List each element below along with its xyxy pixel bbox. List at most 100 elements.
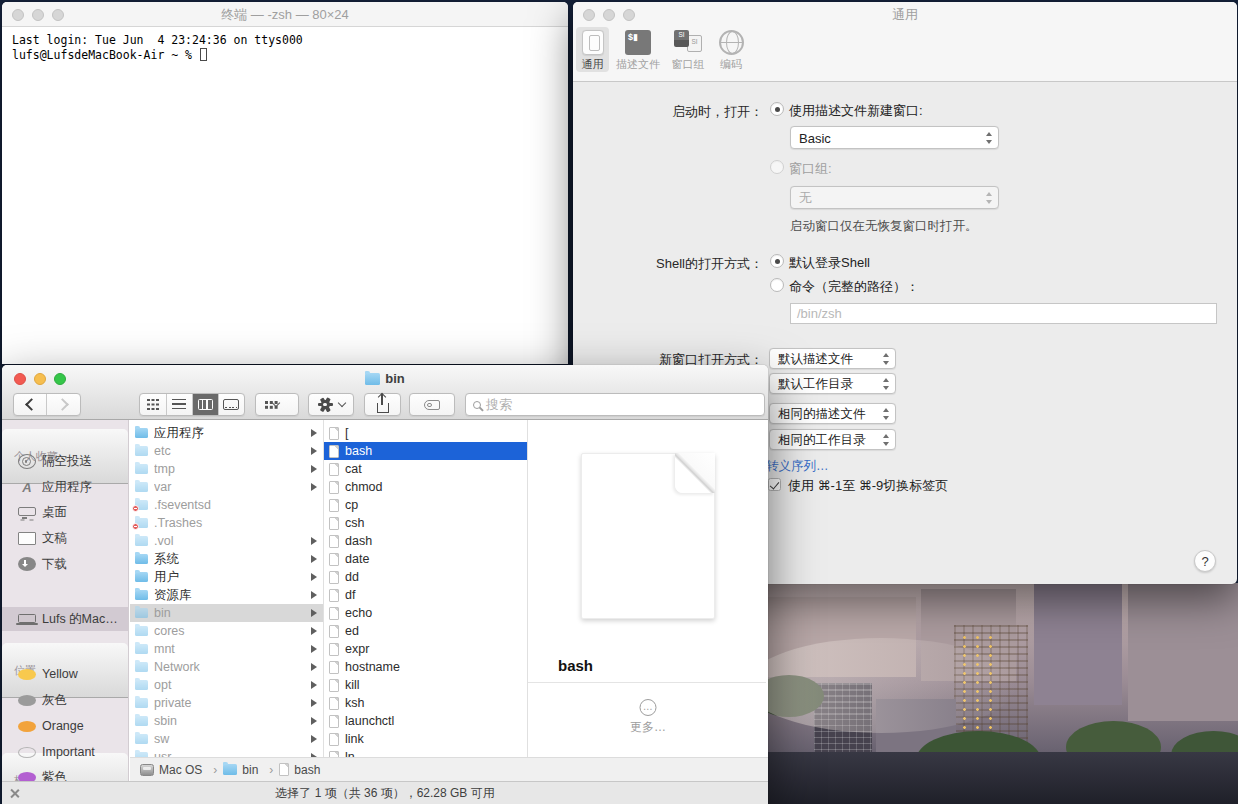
- file-row[interactable]: etc: [130, 442, 323, 460]
- view-columns-button[interactable]: [192, 394, 218, 415]
- sidebar-item[interactable]: 下载: [2, 552, 128, 576]
- file-row[interactable]: 系统: [130, 550, 323, 568]
- path-segment[interactable]: Mac OS ›: [140, 763, 223, 777]
- tabs-shortcut-checkbox[interactable]: [768, 478, 781, 491]
- radio-default-shell[interactable]: [770, 254, 784, 268]
- sidebar-item[interactable]: Lufs 的Mac…: [2, 607, 128, 631]
- file-row[interactable]: 资源库: [130, 586, 323, 604]
- sidebar-item[interactable]: 紫色: [2, 765, 128, 781]
- file-row[interactable]: cat: [324, 460, 527, 478]
- window-group-select[interactable]: 无: [790, 186, 999, 209]
- zoom-button[interactable]: [623, 9, 635, 21]
- sidebar-item[interactable]: Yellow: [2, 662, 128, 686]
- close-icon[interactable]: [9, 788, 20, 799]
- file-row[interactable]: link: [324, 730, 527, 748]
- file-row[interactable]: ln: [324, 748, 527, 757]
- command-path-field[interactable]: /bin/zsh: [790, 303, 1217, 324]
- file-row[interactable]: tmp: [130, 460, 323, 478]
- radio-new-window-label[interactable]: 使用描述文件新建窗口:: [789, 102, 923, 120]
- file-row[interactable]: echo: [324, 604, 527, 622]
- back-button[interactable]: [14, 394, 47, 415]
- share-button[interactable]: [364, 393, 401, 416]
- path-segment[interactable]: bash ›: [279, 763, 320, 777]
- prefs-toolbar-item[interactable]: 窗口组: [667, 27, 709, 72]
- escape-sequences-link[interactable]: 转义序列…: [766, 458, 829, 475]
- close-button[interactable]: [12, 9, 24, 21]
- dropdown[interactable]: 相同的工作目录: [769, 429, 896, 450]
- file-row[interactable]: .fseventsd: [130, 496, 323, 514]
- sidebar-item[interactable]: 灰色: [2, 688, 128, 712]
- file-row[interactable]: private: [130, 694, 323, 712]
- file-row[interactable]: opt: [130, 676, 323, 694]
- radio-new-window-with-profile[interactable]: [770, 102, 784, 116]
- file-row[interactable]: kill: [324, 676, 527, 694]
- file-row[interactable]: .Trashes: [130, 514, 323, 532]
- file-row[interactable]: bash: [324, 442, 527, 460]
- file-row[interactable]: hostname: [324, 658, 527, 676]
- terminal-titlebar[interactable]: 终端 — -zsh — 80×24: [2, 2, 568, 27]
- file-row[interactable]: 应用程序: [130, 424, 323, 442]
- file-row[interactable]: expr: [324, 640, 527, 658]
- profile-select[interactable]: Basic: [790, 126, 999, 149]
- file-row[interactable]: var: [130, 478, 323, 496]
- close-button[interactable]: [583, 9, 595, 21]
- file-row[interactable]: bin: [130, 604, 323, 622]
- path-segment[interactable]: bin ›: [223, 763, 279, 777]
- prefs-toolbar-item[interactable]: 通用: [576, 27, 609, 72]
- action-menu-button[interactable]: [308, 393, 354, 416]
- help-button[interactable]: ?: [1194, 550, 1216, 572]
- prefs-toolbar-item[interactable]: 描述文件: [613, 27, 663, 72]
- radio-command-shell-label[interactable]: 命令（完整的路径）：: [789, 278, 919, 296]
- file-row[interactable]: Network: [130, 658, 323, 676]
- file-row[interactable]: ed: [324, 622, 527, 640]
- file-row[interactable]: .vol: [130, 532, 323, 550]
- file-row[interactable]: date: [324, 550, 527, 568]
- dropdown[interactable]: 默认工作目录: [769, 373, 896, 394]
- sidebar-item[interactable]: 应用程序: [2, 475, 128, 499]
- prefs-toolbar-item[interactable]: 编码: [713, 27, 749, 72]
- search-field[interactable]: 搜索: [465, 393, 765, 416]
- view-list-button[interactable]: [166, 394, 192, 415]
- folder-icon: [135, 482, 148, 492]
- sidebar-item[interactable]: 隔空投送: [2, 449, 128, 473]
- file-row[interactable]: sw: [130, 730, 323, 748]
- chevron-right-icon: [311, 699, 317, 707]
- radio-default-shell-label[interactable]: 默认登录Shell: [789, 254, 870, 272]
- view-gallery-button[interactable]: [218, 394, 244, 415]
- prefs-titlebar[interactable]: 通用: [573, 2, 1237, 26]
- file-row[interactable]: launchctl: [324, 712, 527, 730]
- file-row[interactable]: cores: [130, 622, 323, 640]
- file-row[interactable]: dash: [324, 532, 527, 550]
- file-row[interactable]: mnt: [130, 640, 323, 658]
- more-ellipsis-icon[interactable]: …: [640, 699, 657, 716]
- minimize-button[interactable]: [603, 9, 615, 21]
- file-row[interactable]: chmod: [324, 478, 527, 496]
- file-row[interactable]: [: [324, 424, 527, 442]
- minimize-button[interactable]: [32, 9, 44, 21]
- file-row[interactable]: ksh: [324, 694, 527, 712]
- file-row[interactable]: 用户: [130, 568, 323, 586]
- forward-button[interactable]: [47, 394, 80, 415]
- sidebar-item[interactable]: 文稿: [2, 526, 128, 550]
- file-row[interactable]: sbin: [130, 712, 323, 730]
- file-row[interactable]: df: [324, 586, 527, 604]
- radio-window-group[interactable]: [770, 160, 784, 174]
- dropdown[interactable]: 相同的描述文件: [769, 403, 896, 424]
- sidebar-item[interactable]: Important: [2, 740, 128, 764]
- file-row[interactable]: csh: [324, 514, 527, 532]
- radio-command-shell[interactable]: [770, 278, 784, 292]
- dropdown[interactable]: 默认描述文件: [769, 348, 896, 369]
- file-row[interactable]: usr: [130, 748, 323, 757]
- sidebar-item[interactable]: Orange: [2, 714, 128, 738]
- view-icons-button[interactable]: [140, 394, 166, 415]
- sidebar-item[interactable]: 桌面: [2, 500, 128, 524]
- file-row[interactable]: cp: [324, 496, 527, 514]
- tag-button[interactable]: [409, 393, 455, 416]
- finder-header[interactable]: bin 搜索: [2, 365, 768, 420]
- file-row[interactable]: dd: [324, 568, 527, 586]
- group-by-button[interactable]: [255, 393, 299, 416]
- zoom-button[interactable]: [52, 9, 64, 21]
- tabs-shortcut-label[interactable]: 使用 ⌘-1至 ⌘-9切换标签页: [788, 477, 948, 495]
- terminal-content[interactable]: Last login: Tue Jun 4 23:24:36 on ttys00…: [2, 27, 568, 69]
- more-label[interactable]: 更多…: [528, 719, 768, 736]
